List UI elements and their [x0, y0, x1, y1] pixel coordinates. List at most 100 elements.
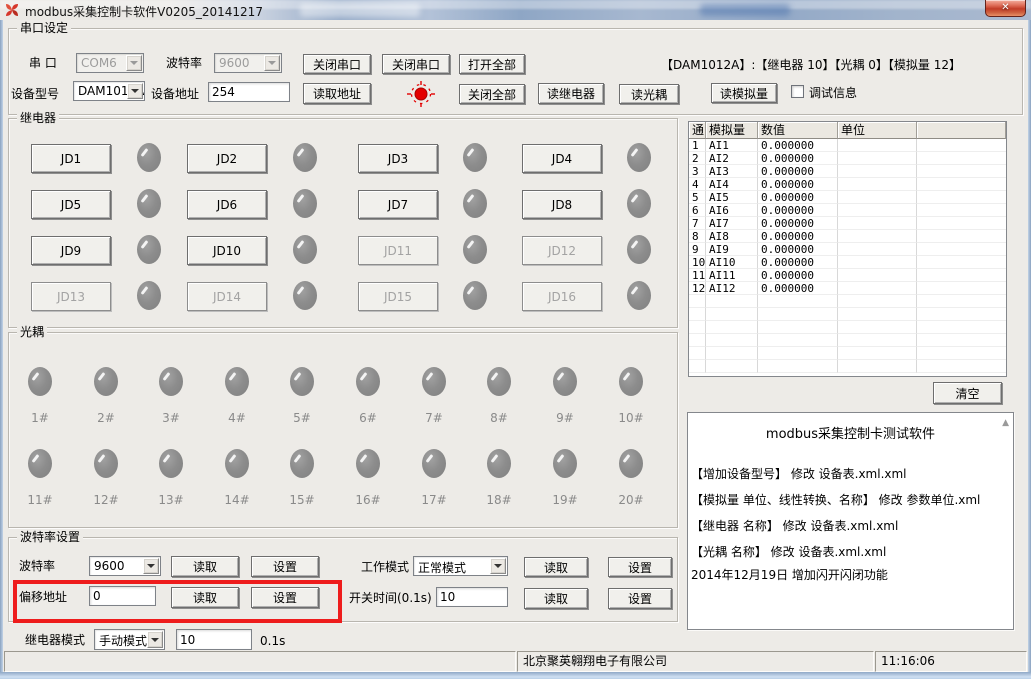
opto-led-9 — [553, 367, 577, 396]
app-icon — [6, 4, 18, 16]
table-row[interactable]: 3 AI3 0.000000 — [689, 165, 1006, 178]
relay-button-jd3[interactable]: JD3 — [358, 144, 438, 173]
debug-info-checkbox[interactable] — [791, 85, 804, 98]
table-row[interactable]: 5 AI5 0.000000 — [689, 191, 1006, 204]
cell-empty — [706, 334, 758, 347]
relay-button-jd10[interactable]: JD10 — [187, 236, 267, 265]
chevron-down-icon — [151, 637, 159, 642]
cell-value: 0.000000 — [758, 282, 838, 295]
cell-empty — [706, 321, 758, 334]
table-row[interactable]: 9 AI9 0.000000 — [689, 243, 1006, 256]
switch-time-set-button[interactable]: 设置 — [608, 588, 672, 609]
cell-name: AI12 — [706, 282, 758, 295]
close-serial-button-1[interactable]: 关闭串口 — [303, 54, 371, 74]
relay-button-jd2[interactable]: JD2 — [187, 144, 267, 173]
cell-extra — [917, 191, 1006, 204]
relay-button-jd9[interactable]: JD9 — [31, 236, 111, 265]
title-bar[interactable]: modbus采集控制卡软件V0205_20141217 — [0, 0, 1031, 20]
serial-port-value: COM6 — [81, 56, 117, 70]
open-all-button[interactable]: 打开全部 — [459, 54, 525, 74]
offset-read-button[interactable]: 读取 — [171, 587, 239, 608]
offset-set-button[interactable]: 设置 — [251, 587, 319, 608]
switch-time-read-button[interactable]: 读取 — [524, 588, 588, 609]
cell-value: 0.000000 — [758, 165, 838, 178]
table-row[interactable]: 11 AI11 0.000000 — [689, 269, 1006, 282]
table-row[interactable]: 4 AI4 0.000000 — [689, 178, 1006, 191]
cell-channel: 9 — [689, 243, 706, 256]
relay-button-jd1[interactable]: JD1 — [31, 144, 111, 173]
work-mode-set-button[interactable]: 设置 — [608, 557, 672, 577]
work-mode-read-button[interactable]: 读取 — [524, 557, 588, 577]
cell-empty — [917, 321, 1006, 334]
dropdown-button[interactable] — [490, 558, 506, 574]
relay-button-jd4[interactable]: JD4 — [522, 144, 602, 173]
cell-empty — [917, 334, 1006, 347]
cell-value: 0.000000 — [758, 139, 838, 152]
opto-led-11 — [28, 449, 52, 478]
cell-unit — [838, 243, 917, 256]
opto-led-12 — [94, 449, 118, 478]
relay-button-jd8[interactable]: JD8 — [522, 190, 602, 219]
table-row[interactable]: 1 AI1 0.000000 — [689, 139, 1006, 152]
dropdown-button — [126, 55, 142, 71]
header-analog[interactable]: 模拟量 — [706, 122, 758, 139]
chevron-down-icon — [147, 564, 155, 568]
close-icon: ✕ — [1001, 2, 1010, 13]
device-model-combo[interactable]: DAM1012A — [73, 81, 145, 101]
header-value[interactable]: 数值 — [758, 122, 838, 139]
relay-mode-combo[interactable]: 手动模式 — [94, 629, 165, 650]
cell-empty — [689, 360, 706, 373]
read-opto-button[interactable]: 读光耦 — [619, 84, 679, 104]
relay-button-jd5[interactable]: JD5 — [31, 190, 111, 219]
baud-label: 波特率 — [19, 559, 56, 573]
table-row[interactable]: 10 AI10 0.000000 — [689, 256, 1006, 269]
clear-table-button[interactable]: 清空 — [933, 382, 1002, 404]
opto-channel-label: 19# — [552, 493, 578, 507]
read-relay-button[interactable]: 读继电器 — [538, 83, 604, 104]
baud-combo[interactable]: 9600 — [89, 556, 161, 576]
cell-name: AI2 — [706, 152, 758, 165]
baud-rate-combo: 9600 — [214, 53, 282, 73]
opto-led-4 — [225, 367, 249, 396]
device-info-text: 【DAM1012A】:【继电器 10】【光耦 0】【模拟量 12】 — [661, 58, 962, 72]
switch-time-input[interactable] — [436, 587, 508, 607]
header-unit[interactable]: 单位 — [838, 122, 917, 139]
work-mode-combo[interactable]: 正常模式 — [413, 556, 508, 576]
titlebar-glass-reflection — [300, 3, 420, 17]
dropdown-button[interactable] — [143, 558, 159, 574]
cell-unit — [838, 256, 917, 269]
dropdown-button[interactable] — [147, 631, 163, 648]
read-address-button[interactable]: 读取地址 — [303, 83, 371, 104]
relay-mode-time-input[interactable] — [176, 629, 252, 650]
baud-set-button[interactable]: 设置 — [251, 556, 319, 577]
cell-unit — [838, 165, 917, 178]
offset-address-input[interactable] — [89, 586, 156, 606]
close-all-button[interactable]: 关闭全部 — [459, 84, 525, 104]
info-line: 2014年12月19日 增加闪开闪闭功能 — [691, 568, 888, 582]
table-row[interactable]: 6 AI6 0.000000 — [689, 204, 1006, 217]
header-channel[interactable]: 通 — [689, 122, 706, 139]
cell-extra — [917, 217, 1006, 230]
close-serial-button-2[interactable]: 关闭串口 — [382, 54, 450, 74]
baud-read-button[interactable]: 读取 — [171, 556, 239, 577]
window-title: modbus采集控制卡软件V0205_20141217 — [25, 5, 263, 19]
table-row[interactable]: 12 AI12 0.000000 — [689, 282, 1006, 295]
cell-empty — [758, 360, 838, 373]
read-analog-button[interactable]: 读模拟量 — [711, 83, 777, 103]
cell-empty — [838, 295, 917, 308]
opto-channel-label: 14# — [224, 493, 250, 507]
table-row[interactable]: 7 AI7 0.000000 — [689, 217, 1006, 230]
chevron-down-icon — [494, 564, 502, 568]
dropdown-button[interactable] — [127, 83, 143, 99]
close-button[interactable]: ✕ — [985, 0, 1026, 17]
relay-button-jd7[interactable]: JD7 — [358, 190, 438, 219]
cell-channel: 10 — [689, 256, 706, 269]
info-panel: modbus采集控制卡测试软件 ▲ 【增加设备型号】 修改 设备表.xml.xm… — [687, 412, 1014, 630]
header-extra[interactable] — [917, 122, 1006, 139]
relay-button-jd6[interactable]: JD6 — [187, 190, 267, 219]
table-row[interactable]: 2 AI2 0.000000 — [689, 152, 1006, 165]
cell-value: 0.000000 — [758, 256, 838, 269]
table-row[interactable]: 8 AI8 0.000000 — [689, 230, 1006, 243]
scroll-up-arrow-icon[interactable]: ▲ — [1002, 419, 1009, 428]
device-address-input[interactable] — [208, 82, 290, 102]
